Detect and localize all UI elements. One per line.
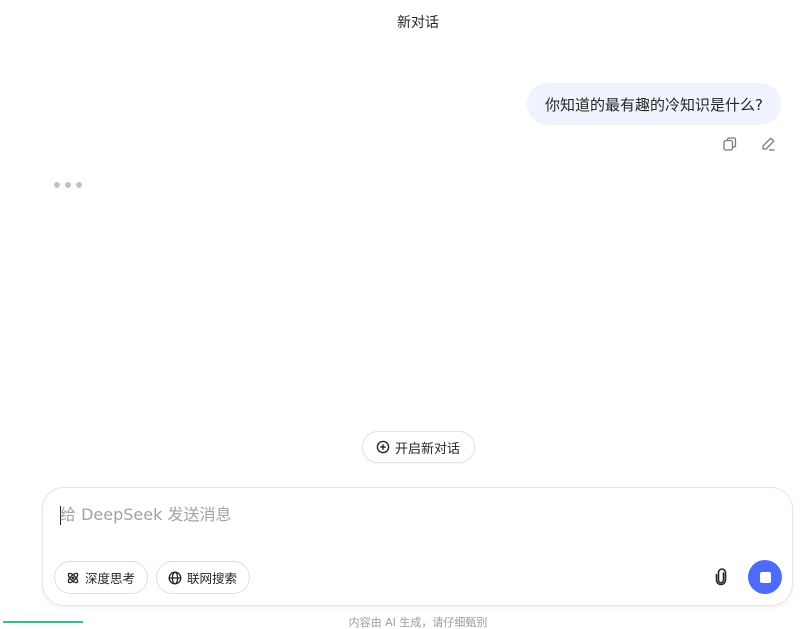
atom-icon [67, 572, 79, 583]
message-input[interactable] [60, 501, 760, 529]
bottom-accent-bar [3, 621, 83, 623]
pencil-icon[interactable] [759, 135, 777, 153]
message-actions [721, 135, 777, 153]
chat-page: 新对话 你知道的最有趣的冷知识是什么? 开启新对话 给 DeepSeek 发送消… [0, 0, 811, 629]
plus-circle-icon [376, 440, 390, 454]
globe-icon [168, 571, 182, 584]
ai-disclaimer: 内容由 AI 生成，请仔细甄别 [348, 616, 488, 629]
copy-icon[interactable] [721, 135, 739, 153]
typing-dot [54, 182, 60, 188]
message-composer: 深度思考 联网搜索 [42, 487, 793, 606]
assistant-typing-indicator [54, 182, 82, 188]
typing-dot [65, 182, 71, 188]
deep-think-label: 深度思考 [85, 571, 136, 586]
web-search-label: 联网搜索 [187, 571, 238, 586]
paperclip-icon[interactable] [711, 567, 731, 587]
user-message-text: 你知道的最有趣的冷知识是什么? [545, 95, 763, 114]
stop-generation-button[interactable] [748, 560, 782, 594]
typing-dot [76, 182, 82, 188]
web-search-toggle[interactable]: 联网搜索 [156, 561, 251, 594]
deep-think-toggle[interactable]: 深度思考 [54, 561, 149, 594]
stop-icon [759, 571, 771, 583]
new-chat-button[interactable]: 开启新对话 [362, 431, 476, 463]
new-chat-label: 开启新对话 [395, 441, 461, 457]
page-title: 新对话 [397, 15, 439, 31]
user-message-bubble: 你知道的最有趣的冷知识是什么? [527, 83, 781, 125]
